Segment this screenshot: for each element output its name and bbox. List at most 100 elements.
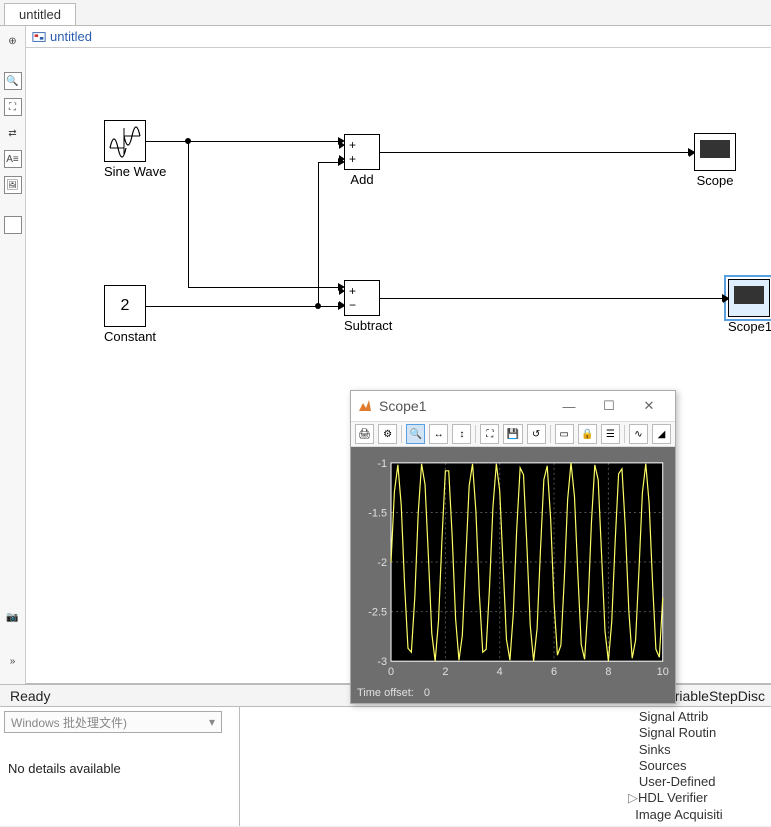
time-offset-value: 0 bbox=[424, 687, 430, 699]
zoom-icon[interactable]: 🔍 bbox=[406, 424, 425, 444]
zoom-y-icon[interactable]: ↕ bbox=[452, 424, 471, 444]
arrowhead-icon bbox=[688, 148, 695, 156]
settings-icon[interactable]: ⚙ bbox=[378, 424, 397, 444]
lib-item[interactable]: Sinks bbox=[628, 742, 771, 758]
svg-text:0: 0 bbox=[388, 666, 394, 678]
scope1-window-title: Scope1 bbox=[379, 398, 549, 414]
sub-port1-label: + bbox=[349, 284, 356, 298]
lib-item[interactable]: Signal Attrib bbox=[628, 709, 771, 725]
wire bbox=[146, 306, 318, 307]
arrowhead-icon bbox=[338, 158, 345, 166]
lib-imgacq[interactable]: Image Acquisiti bbox=[628, 807, 771, 823]
scope-block[interactable]: Scope bbox=[694, 133, 736, 188]
constant-label: Constant bbox=[104, 329, 156, 344]
svg-text:-3: -3 bbox=[377, 656, 387, 668]
model-icon bbox=[32, 30, 46, 44]
add-port1-label: + bbox=[349, 138, 356, 152]
scope-toolbar: 🖨 ⚙ 🔍 ↔ ↕ ⛶ 💾 ↺ ▭ 🔒 ☰ ∿ ◢ bbox=[351, 421, 675, 447]
screenshot-icon[interactable]: 📷 bbox=[4, 608, 22, 626]
bottom-panels: Windows 批处理文件) ▾ No details available Si… bbox=[0, 706, 771, 826]
lib-item[interactable]: Signal Routin bbox=[628, 725, 771, 741]
wire bbox=[188, 141, 189, 287]
arrowhead-icon bbox=[722, 294, 729, 302]
print-icon[interactable]: 🖨 bbox=[355, 424, 374, 444]
annotation-icon[interactable]: A≡ bbox=[4, 150, 22, 168]
wire bbox=[188, 141, 338, 142]
svg-text:2: 2 bbox=[442, 666, 448, 678]
breadcrumb-label[interactable]: untitled bbox=[50, 29, 92, 44]
sine-wave-label: Sine Wave bbox=[104, 164, 166, 179]
status-ready: Ready bbox=[0, 688, 260, 704]
library-tree[interactable]: Signal Attrib Signal Routin Sinks Source… bbox=[626, 707, 771, 826]
scope-label: Scope bbox=[694, 173, 736, 188]
scope1-titlebar[interactable]: Scope1 — ☐ ✕ bbox=[351, 391, 675, 421]
zoom-x-icon[interactable]: ↔ bbox=[429, 424, 448, 444]
restore-icon[interactable]: ↺ bbox=[527, 424, 546, 444]
sine-wave-icon bbox=[108, 124, 142, 158]
sub-port2-label: − bbox=[349, 298, 356, 312]
constant-block[interactable]: 2 Constant bbox=[104, 285, 156, 344]
bottom-mid-panel bbox=[240, 707, 626, 826]
save-config-icon[interactable]: 💾 bbox=[503, 424, 522, 444]
area-icon[interactable] bbox=[4, 216, 22, 234]
close-button[interactable]: ✕ bbox=[629, 391, 669, 421]
zoom-in-icon[interactable]: 🔍 bbox=[4, 72, 22, 90]
minimize-button[interactable]: — bbox=[549, 391, 589, 421]
lib-item[interactable]: User-Defined bbox=[628, 774, 771, 790]
details-label: No details available bbox=[8, 761, 231, 776]
model-canvas[interactable]: untitled Sine Wave 2 Constant bbox=[26, 26, 771, 684]
svg-text:-2: -2 bbox=[377, 557, 387, 569]
arrows-icon[interactable]: ⇄ bbox=[4, 124, 22, 142]
sine-wave-block[interactable]: Sine Wave bbox=[104, 120, 166, 179]
constant-value: 2 bbox=[121, 297, 130, 315]
dropdown-label: Windows 批处理文件) bbox=[11, 714, 127, 731]
wire bbox=[318, 306, 338, 307]
svg-text:4: 4 bbox=[497, 666, 503, 678]
svg-text:-2.5: -2.5 bbox=[368, 607, 387, 619]
svg-text:8: 8 bbox=[605, 666, 611, 678]
lib-hdl[interactable]: ▷HDL Verifier bbox=[628, 790, 771, 806]
arrowhead-icon bbox=[338, 302, 345, 310]
fit-view-icon[interactable]: ⛶ bbox=[4, 98, 22, 116]
svg-text:-1.5: -1.5 bbox=[368, 507, 387, 519]
measure-icon[interactable]: ∿ bbox=[629, 424, 648, 444]
wire bbox=[380, 152, 688, 153]
image-icon[interactable]: 🖼 bbox=[4, 176, 22, 194]
file-type-dropdown[interactable]: Windows 批处理文件) ▾ bbox=[4, 711, 222, 733]
matlab-icon bbox=[357, 398, 373, 414]
add-label: Add bbox=[344, 172, 380, 187]
scope1-block[interactable]: Scope1 bbox=[728, 279, 771, 334]
wire bbox=[318, 162, 319, 306]
wire bbox=[318, 162, 338, 163]
svg-text:10: 10 bbox=[657, 666, 669, 678]
add-port2-label: + bbox=[349, 152, 356, 166]
canvas-breadcrumb: untitled bbox=[26, 26, 771, 48]
svg-text:-1: -1 bbox=[377, 458, 387, 470]
dropdown-icon[interactable]: ◢ bbox=[652, 424, 671, 444]
lib-item[interactable]: Sources bbox=[628, 758, 771, 774]
expand-icon[interactable]: » bbox=[4, 652, 22, 670]
add-block[interactable]: + + Add bbox=[344, 134, 380, 187]
chevron-down-icon: ▾ bbox=[209, 715, 215, 729]
tab-bar: untitled bbox=[0, 0, 771, 26]
model-tab[interactable]: untitled bbox=[4, 3, 76, 25]
svg-text:6: 6 bbox=[551, 666, 557, 678]
bottom-left-panel: Windows 批处理文件) ▾ No details available bbox=[0, 707, 240, 826]
select-signal-icon[interactable]: ☰ bbox=[601, 424, 620, 444]
wire bbox=[380, 298, 722, 299]
collapse-icon[interactable]: ⊕ bbox=[4, 32, 22, 50]
scope-plot[interactable]: -1 -1.5 -2 -2.5 -30 2 4 6 8 10 bbox=[351, 447, 675, 683]
subtract-block[interactable]: + − Subtract bbox=[344, 280, 392, 333]
left-toolstrip: ⊕ 🔍 ⛶ ⇄ A≡ 🖼 📷 » bbox=[0, 26, 26, 684]
lock-icon[interactable]: 🔒 bbox=[578, 424, 597, 444]
maximize-button[interactable]: ☐ bbox=[589, 391, 629, 421]
editor-row: ⊕ 🔍 ⛶ ⇄ A≡ 🖼 📷 » untitled bbox=[0, 26, 771, 684]
scope-footer: Time offset: 0 bbox=[351, 683, 675, 703]
sub-label: Subtract bbox=[344, 318, 392, 333]
float-icon[interactable]: ▭ bbox=[555, 424, 574, 444]
scope-chart: -1 -1.5 -2 -2.5 -30 2 4 6 8 10 bbox=[351, 447, 675, 683]
autoscale-icon[interactable]: ⛶ bbox=[480, 424, 499, 444]
arrowhead-icon bbox=[338, 137, 345, 145]
scope1-window[interactable]: Scope1 — ☐ ✕ 🖨 ⚙ 🔍 ↔ ↕ ⛶ 💾 ↺ ▭ 🔒 ☰ bbox=[350, 390, 676, 704]
arrowhead-icon bbox=[338, 283, 345, 291]
